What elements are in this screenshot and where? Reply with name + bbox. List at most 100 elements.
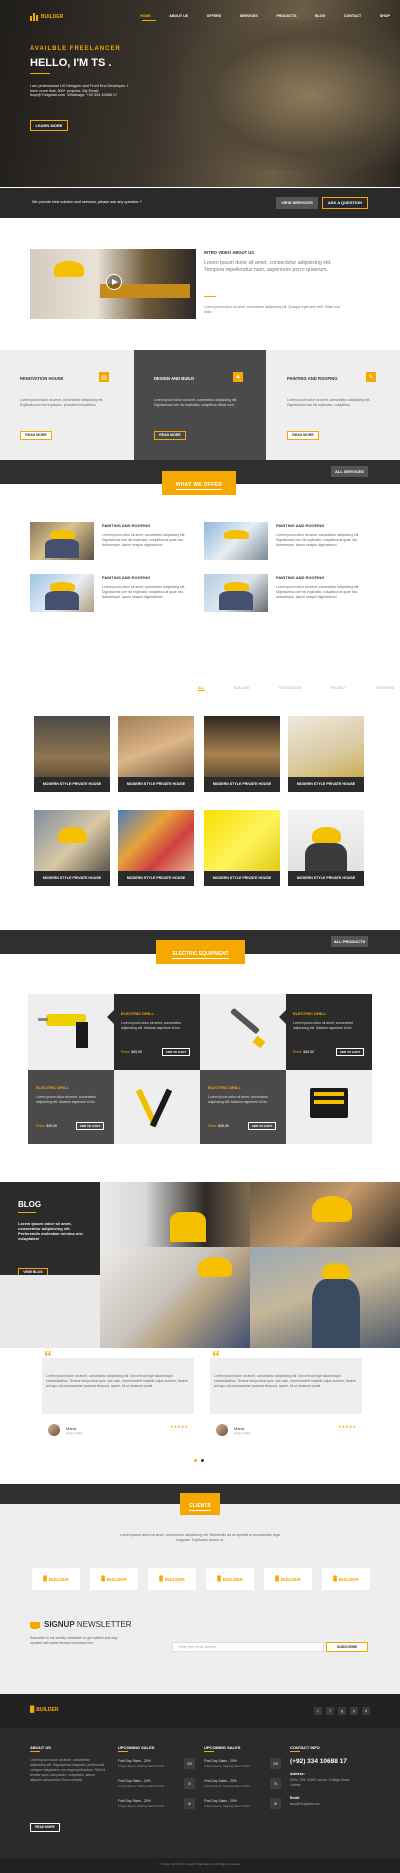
hero-divider: [30, 73, 50, 74]
slider-dot-active[interactable]: [194, 1459, 197, 1462]
footer-email[interactable]: tsop@Yhdgmail.com: [290, 1802, 319, 1806]
nav-services[interactable]: SERVICES: [240, 14, 258, 18]
client-logo[interactable]: █ BUILDER: [32, 1568, 80, 1590]
read-more-button[interactable]: READ MORE: [154, 431, 186, 440]
footer-divider: [204, 1751, 214, 1752]
product-text: Lorem ipsum dolor sit amet, consectetur …: [293, 1021, 354, 1030]
price-value: $45,50: [303, 1050, 315, 1054]
sale-day-badge: 29: [184, 1758, 195, 1769]
client-logo-text: BUILDER: [338, 1576, 359, 1582]
logo-bars-icon: █: [275, 1576, 279, 1582]
filter-renovation[interactable]: RENOVATION: [279, 686, 301, 691]
portfolio-filters: ALL BUILDING RENOVATION PROJECT INTERIOR…: [198, 686, 394, 691]
nav-products[interactable]: PRODUCTS: [276, 14, 296, 18]
portfolio-item[interactable]: MODERN STYLE PRIVATE HOUSE: [118, 716, 194, 792]
product-price: Price: $45,50: [121, 1050, 142, 1054]
read-more-button[interactable]: READ MORE: [287, 431, 319, 440]
subscribe-button[interactable]: SUBSCRIBE: [326, 1642, 368, 1652]
price-label: Price:: [121, 1050, 131, 1054]
client-logo[interactable]: █ BUILDER: [148, 1568, 196, 1590]
nav-offers[interactable]: OFFERS: [207, 14, 222, 18]
read-more-button[interactable]: READ MORE: [20, 431, 52, 440]
all-products-button[interactable]: ALL PRODUCTS: [331, 936, 368, 947]
intro-video[interactable]: [30, 249, 196, 319]
nav-blog[interactable]: BLOG: [315, 14, 325, 18]
google-plus-icon[interactable]: g: [338, 1707, 346, 1715]
portfolio-item[interactable]: MODERN STYLE PRIVATE HOUSE: [118, 810, 194, 886]
portfolio-item[interactable]: MODERN STYLE PRIVATE HOUSE: [204, 716, 280, 792]
offer-image: [204, 574, 268, 612]
portfolio-item[interactable]: MODERN STYLE PRIVATE HOUSE: [288, 716, 364, 792]
portfolio-item[interactable]: MODERN STYLE PRIVATE HOUSE: [34, 810, 110, 886]
portfolio-caption: MODERN STYLE PRIVATE HOUSE: [204, 777, 280, 792]
slider-dot[interactable]: [201, 1459, 204, 1462]
portfolio-item[interactable]: MODERN STYLE PRIVATE HOUSE: [204, 810, 280, 886]
client-logo[interactable]: █ BUILDER: [264, 1568, 312, 1590]
sale-day-badge: 8: [270, 1798, 281, 1809]
client-logo[interactable]: █ BUILDER: [206, 1568, 254, 1590]
all-services-button[interactable]: ALL SERVICES: [331, 466, 368, 477]
hero-hands-image: [180, 20, 400, 170]
offer-item-title: PAINTING AND ROOFING: [276, 523, 325, 528]
filter-project[interactable]: PROJECT: [330, 686, 346, 691]
price-value: $45,50: [218, 1124, 230, 1128]
footer-logo-text: BUILDER: [36, 1707, 59, 1713]
offer-item-title: PAINTING AND ROOFING: [276, 575, 325, 580]
client-logo-text: BUILDER: [222, 1576, 243, 1582]
filter-building[interactable]: BUILDING: [234, 686, 250, 691]
nav-home[interactable]: HOME: [140, 14, 151, 18]
newsletter-title-rest: NEWSLETTER: [76, 1620, 132, 1629]
logo[interactable]: BUILDER: [30, 13, 63, 21]
pinterest-icon[interactable]: p: [350, 1707, 358, 1715]
nav-contact[interactable]: CONTACT: [344, 14, 361, 18]
client-logo[interactable]: █ BUILDER: [322, 1568, 370, 1590]
equipment-title: ELECTRIC EQUIPMENT: [172, 951, 229, 959]
intro-title: INTRO VIDEO ABOUT US: [204, 250, 255, 255]
blog-text: Lorem ipsum dolor sit amet, consectetur …: [18, 1221, 83, 1241]
product-card: [28, 1070, 114, 1144]
view-services-button[interactable]: VIEW SERVICES: [276, 197, 318, 209]
intro-body: Lorem ipsum dolor sit amet, consectetur …: [204, 305, 340, 314]
blog-divider: [18, 1212, 36, 1213]
add-to-cart-button[interactable]: ADD TO CART: [248, 1122, 276, 1130]
testimonial-text: Lorem ipsum dolor sit amet, consectetur …: [46, 1374, 188, 1388]
service-text: Lorem ipsum dolor sit amet, consectetur …: [20, 398, 104, 407]
footer-read-more-button[interactable]: READ MORE: [30, 1823, 60, 1832]
clients-title-tab: CLIENTS: [180, 1493, 220, 1515]
footer-divider: [290, 1751, 300, 1752]
learn-more-button[interactable]: LEARN MORE: [30, 120, 68, 131]
filter-interiors[interactable]: INTERIORS: [375, 686, 393, 691]
sale-title: First Day Sales - 20%: [204, 1759, 237, 1763]
copyright: © Copy rights 2014 tsop@Yhdgmail.com All…: [159, 1862, 241, 1866]
nav-shop[interactable]: SHOP: [380, 14, 390, 18]
price-value: $45,50: [46, 1124, 58, 1128]
price-label: Price:: [293, 1050, 303, 1054]
facebook-icon[interactable]: f: [326, 1707, 334, 1715]
add-to-cart-button[interactable]: ADD TO CART: [76, 1122, 104, 1130]
play-icon[interactable]: [106, 274, 122, 290]
portfolio-caption: MODERN STYLE PRIVATE HOUSE: [34, 871, 110, 886]
logo-text: BUILDER: [41, 14, 64, 20]
sale-title: First Day Sales - 20%: [118, 1779, 151, 1783]
twitter-icon[interactable]: t: [314, 1707, 322, 1715]
testimonial-role: Happy Client: [234, 1431, 252, 1435]
client-logo[interactable]: █ BUILDER: [90, 1568, 138, 1590]
card-arrow: [279, 1010, 286, 1024]
portfolio-item[interactable]: MODERN STYLE PRIVATE HOUSE: [288, 810, 364, 886]
offer-image: [204, 522, 268, 560]
dribbble-icon[interactable]: d: [362, 1707, 370, 1715]
service-title: PAINTING AND ROOFING: [287, 376, 338, 381]
ask-question-button[interactable]: ASK A QUESTION: [322, 197, 368, 209]
service-title: DESIGN AND BUILD: [154, 376, 195, 381]
intro-divider: [204, 296, 216, 297]
filter-all[interactable]: ALL: [198, 686, 205, 691]
nav-about[interactable]: ABOUT US: [169, 14, 188, 18]
newsletter-email-input[interactable]: enter your email address: [172, 1642, 324, 1652]
footer-divider: [118, 1751, 128, 1752]
price-label: Price:: [36, 1124, 46, 1128]
add-to-cart-button[interactable]: ADD TO CART: [162, 1048, 190, 1056]
offer-title: WHAT WE OFFER: [175, 482, 223, 490]
portfolio-item[interactable]: MODERN STYLE PRIVATE HOUSE: [34, 716, 110, 792]
footer-logo[interactable]: █ BUILDER: [30, 1707, 59, 1713]
add-to-cart-button[interactable]: ADD TO CART: [336, 1048, 364, 1056]
